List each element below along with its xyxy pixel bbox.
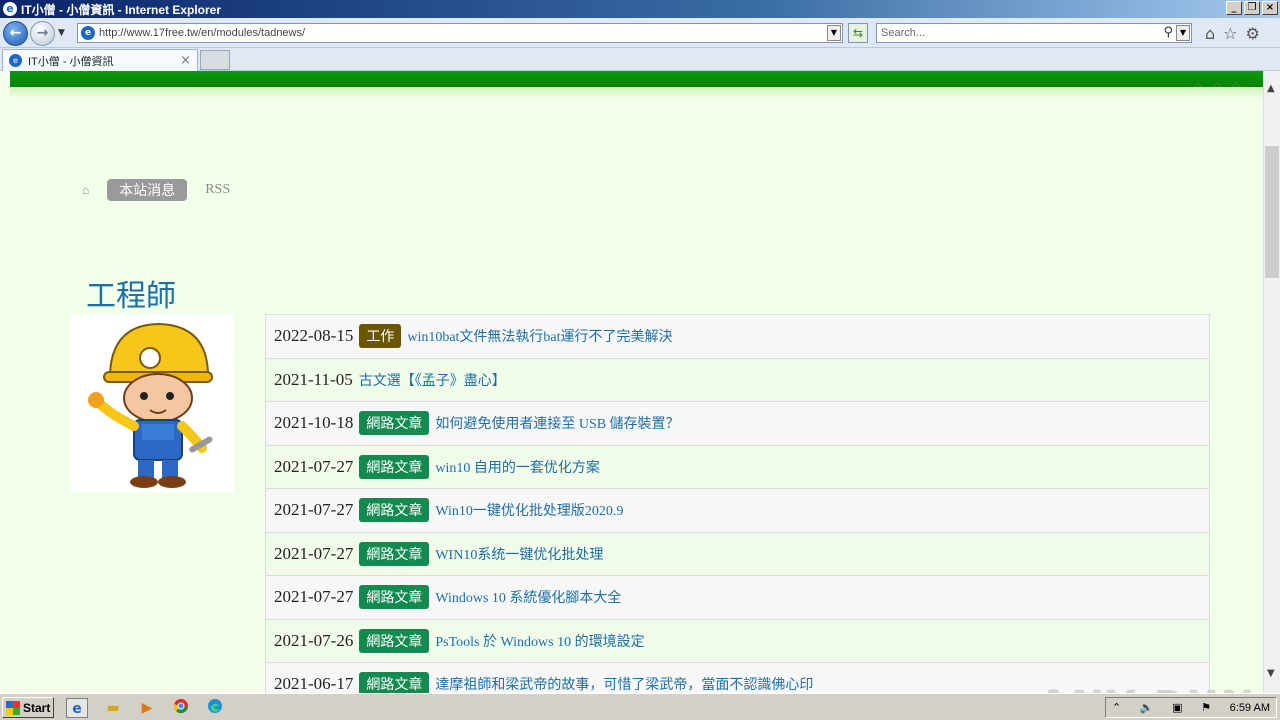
news-row: 2021-07-27 網路文章 Win10一键优化批处理版2020.9 [266,489,1209,533]
scroll-down-icon[interactable]: ▼ [1267,668,1275,679]
breadcrumb-home-icon[interactable]: ⌂ [82,183,89,198]
news-title-link[interactable]: win10bat文件無法執行bat運行不了完美解決 [407,326,672,346]
breadcrumb-news[interactable]: 本站消息 [107,179,188,201]
taskbar-ie-icon[interactable]: e [66,698,88,718]
page-icon: e [81,26,95,40]
news-category-badge[interactable]: 網路文章 [359,672,430,693]
news-category-badge[interactable]: 網路文章 [359,454,430,479]
taskbar-explorer-folder-icon[interactable]: ▬ [102,698,124,718]
tab-close-icon[interactable]: × [180,53,191,68]
start-label: Start [23,700,51,715]
news-date: 2021-07-27 [274,456,354,476]
news-title-link[interactable]: WIN10系统一键优化批处理 [435,544,603,564]
history-dropdown-icon[interactable]: ▼ [58,28,65,38]
watermark-logo: ANY RUN [1038,683,1256,693]
news-title-link[interactable]: 如何避免使用者連接至 USB 儲存裝置？ [435,413,679,433]
search-box[interactable]: Search... ⚲ ▼ [876,23,1192,43]
volume-icon[interactable]: 🔈 [1140,701,1154,714]
refresh-button[interactable]: ⇆ [848,23,868,43]
address-url[interactable]: http://www.17free.tw/en/modules/tadnews/ [99,27,305,39]
tab-page-icon: e [9,54,22,67]
news-row: 2021-07-27 網路文章 Windows 10 系統優化腳本大全 [266,576,1209,620]
news-list: 2022-08-15 工作 win10bat文件無法執行bat運行不了完美解決 202… [265,314,1210,693]
address-bar[interactable]: e http://www.17free.tw/en/modules/tadnew… [77,23,843,43]
news-date: 2021-10-18 [274,413,354,433]
search-input[interactable]: Search... [881,27,925,39]
news-date: 2022-08-15 [274,326,354,346]
news-date: 2021-07-27 [274,500,354,520]
home-icon[interactable]: ⌂ [1205,24,1215,43]
network-icon[interactable]: ▣ [1172,701,1182,714]
news-date: 2021-11-05 [274,369,353,389]
windows-flag-icon [6,700,20,715]
back-button[interactable]: ← [3,21,28,46]
system-tray: ⌃ 🔈 ▣ ⚑ 6:59 AM [1105,697,1277,718]
news-row: 2021-11-05 古文選【《孟子》盡心】 [266,358,1209,402]
news-date: 2021-07-27 [274,587,354,607]
news-category-badge[interactable]: 工作 [359,324,402,349]
news-title-link[interactable]: win10 自用的一套优化方案 [435,457,600,477]
ie-logo-icon: e [3,2,17,16]
tab-label: IT小僧 - 小僧資訊 [28,55,114,68]
news-title-link[interactable]: Win10一键优化批处理版2020.9 [435,500,623,520]
search-dropdown-icon[interactable]: ▼ [1176,25,1190,41]
browser-tools: ⌂ ☆ ⚙ [1205,24,1260,43]
scroll-thumb[interactable] [1265,146,1279,278]
news-category-badge[interactable]: 網路文章 [359,541,430,566]
page-content: ✿✿✿ ⌂ 本站消息 RSS 工程師 [0,71,1263,693]
news-category-badge[interactable]: 網路文章 [359,498,430,523]
taskbar-chrome-icon[interactable] [170,698,192,718]
window-titlebar: e IT小僧 - 小僧資訊 - Internet Explorer _ ❐ × [0,0,1280,18]
taskbar: Start e ▬ ▶ ⌃ 🔈 ▣ ⚑ 6:59 AM [0,693,1280,720]
news-category-badge[interactable]: 網路文章 [359,585,430,610]
news-date: 2021-07-27 [274,543,354,563]
tab-bar: e IT小僧 - 小僧資訊 × [0,48,1280,71]
taskbar-edge-icon[interactable] [204,698,226,718]
clock[interactable]: 6:59 AM [1230,702,1270,714]
tray-expand-icon[interactable]: ⌃ [1112,701,1121,714]
header-banner: ✿✿✿ [10,71,1263,93]
search-icon[interactable]: ⚲ [1163,25,1173,40]
news-row: 2022-08-15 工作 win10bat文件無法執行bat運行不了完美解決 [266,315,1209,359]
new-tab-button[interactable] [200,50,230,70]
favorites-star-icon[interactable]: ☆ [1223,24,1237,43]
news-title-link[interactable]: 古文選【《孟子》盡心】 [359,370,506,390]
news-row: 2021-07-27 網路文章 win10 自用的一套优化方案 [266,445,1209,489]
news-title-link[interactable]: PsTools 於 Windows 10 的環境設定 [435,631,644,651]
news-row: 2021-10-18 網路文章 如何避免使用者連接至 USB 儲存裝置？ [266,402,1209,446]
engineer-avatar-image [70,314,234,492]
breadcrumb-rss[interactable]: RSS [205,182,230,198]
news-category-badge[interactable]: 網路文章 [359,411,430,436]
page-title: 工程師 [86,280,176,313]
vertical-scrollbar[interactable]: ▲ ▼ [1263,71,1280,693]
window-controls: _ ❐ × [1226,1,1278,15]
address-dropdown-icon[interactable]: ▼ [827,25,841,41]
scroll-up-icon[interactable]: ▲ [1267,83,1275,94]
restore-button[interactable]: ❐ [1244,1,1260,15]
news-title-link[interactable]: Windows 10 系統優化腳本大全 [435,587,621,607]
forward-button[interactable]: → [30,21,55,46]
engineer-cartoon-icon [88,322,213,488]
settings-gear-icon[interactable]: ⚙ [1246,24,1260,43]
navigation-bar: ← → ▼ e http://www.17free.tw/en/modules/… [0,18,1280,48]
news-category-badge[interactable]: 網路文章 [359,628,430,653]
news-row: 2021-07-26 網路文章 PsTools 於 Windows 10 的環境設定 [266,619,1209,663]
news-date: 2021-07-26 [274,630,354,650]
breadcrumb: ⌂ 本站消息 RSS [82,179,230,201]
close-button[interactable]: × [1262,1,1278,15]
window-title: IT小僧 - 小僧資訊 - Internet Explorer [21,2,222,17]
header-banner-gradient [10,87,1263,97]
action-center-flag-icon[interactable]: ⚑ [1201,701,1211,714]
tab-current[interactable]: e IT小僧 - 小僧資訊 × [2,49,198,71]
taskbar-media-player-icon[interactable]: ▶ [136,698,158,718]
news-row: 2021-07-27 網路文章 WIN10系统一键优化批处理 [266,532,1209,576]
start-button[interactable]: Start [2,697,54,718]
news-title-link[interactable]: 達摩祖師和梁武帝的故事，可惜了梁武帝，當面不認識佛心印 [435,674,813,693]
minimize-button[interactable]: _ [1226,1,1242,15]
news-date: 2021-06-17 [274,674,354,693]
